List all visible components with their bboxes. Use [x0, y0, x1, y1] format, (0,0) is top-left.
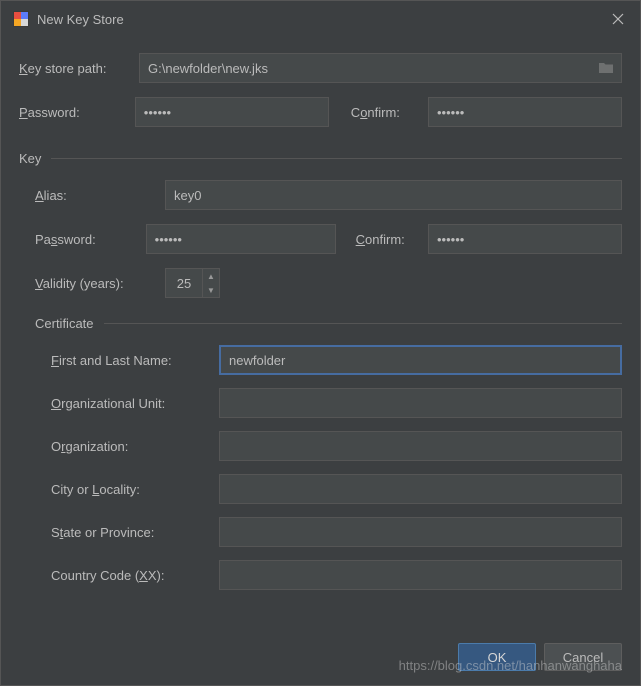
certificate-section: First and Last Name: Organizational Unit…: [35, 345, 622, 590]
validity-row: Validity (years): ▲ ▼: [35, 268, 622, 298]
ok-button[interactable]: OK: [458, 643, 536, 671]
organization-row: Organization:: [51, 431, 622, 461]
key-password-label: Password:: [35, 232, 146, 247]
keystore-password-row: Password: Confirm:: [19, 97, 622, 127]
org-unit-input[interactable]: [219, 388, 622, 418]
app-icon: [13, 11, 29, 27]
cancel-button[interactable]: Cancel: [544, 643, 622, 671]
keystore-path-row: Key store path:: [19, 53, 622, 83]
key-password-input[interactable]: [146, 224, 336, 254]
keystore-path-wrap: [139, 53, 622, 83]
dialog-title: New Key Store: [37, 12, 608, 27]
spinner-up-button[interactable]: ▲: [203, 269, 219, 283]
close-button[interactable]: [608, 9, 628, 29]
org-unit-row: Organizational Unit:: [51, 388, 622, 418]
keystore-confirm-label: Confirm:: [351, 105, 428, 120]
key-confirm-label: Confirm:: [356, 232, 428, 247]
alias-label: Alias:: [35, 188, 165, 203]
keystore-confirm-input[interactable]: [428, 97, 622, 127]
certificate-section-title: Certificate: [35, 316, 94, 331]
key-section-title: Key: [19, 151, 41, 166]
certificate-section-header: Certificate: [35, 316, 622, 331]
organization-label: Organization:: [51, 439, 219, 454]
new-keystore-dialog: New Key Store Key store path: Password:: [0, 0, 641, 686]
browse-folder-button[interactable]: [598, 61, 614, 75]
spinner-buttons: ▲ ▼: [202, 269, 219, 297]
country-label: Country Code (XX):: [51, 568, 219, 583]
alias-row: Alias:: [35, 180, 622, 210]
city-input[interactable]: [219, 474, 622, 504]
validity-spinner[interactable]: ▲ ▼: [165, 268, 220, 298]
key-confirm-input[interactable]: [428, 224, 622, 254]
spinner-down-button[interactable]: ▼: [203, 283, 219, 297]
keystore-path-input[interactable]: [139, 53, 622, 83]
dialog-footer: OK Cancel https://blog.csdn.net/hanhanwa…: [1, 631, 640, 685]
country-row: Country Code (XX):: [51, 560, 622, 590]
city-row: City or Locality:: [51, 474, 622, 504]
country-input[interactable]: [219, 560, 622, 590]
keystore-path-label: Key store path:: [19, 61, 139, 76]
key-password-row: Password: Confirm:: [35, 224, 622, 254]
dialog-content: Key store path: Password: Confirm: Key: [1, 37, 640, 631]
key-section-header: Key: [19, 151, 622, 166]
first-last-input[interactable]: [219, 345, 622, 375]
divider: [104, 323, 622, 324]
validity-input[interactable]: [166, 276, 202, 291]
keystore-password-label: Password:: [19, 105, 135, 120]
alias-input[interactable]: [165, 180, 622, 210]
organization-input[interactable]: [219, 431, 622, 461]
state-input[interactable]: [219, 517, 622, 547]
state-label: State or Province:: [51, 525, 219, 540]
first-last-label: First and Last Name:: [51, 353, 219, 368]
divider: [51, 158, 622, 159]
titlebar: New Key Store: [1, 1, 640, 37]
key-section: Alias: Password: Confirm: Validity (year…: [19, 180, 622, 603]
validity-label: Validity (years):: [35, 276, 165, 291]
close-icon: [612, 13, 624, 25]
first-last-row: First and Last Name:: [51, 345, 622, 375]
folder-icon: [598, 61, 614, 75]
city-label: City or Locality:: [51, 482, 219, 497]
org-unit-label: Organizational Unit:: [51, 396, 219, 411]
keystore-password-input[interactable]: [135, 97, 329, 127]
state-row: State or Province:: [51, 517, 622, 547]
